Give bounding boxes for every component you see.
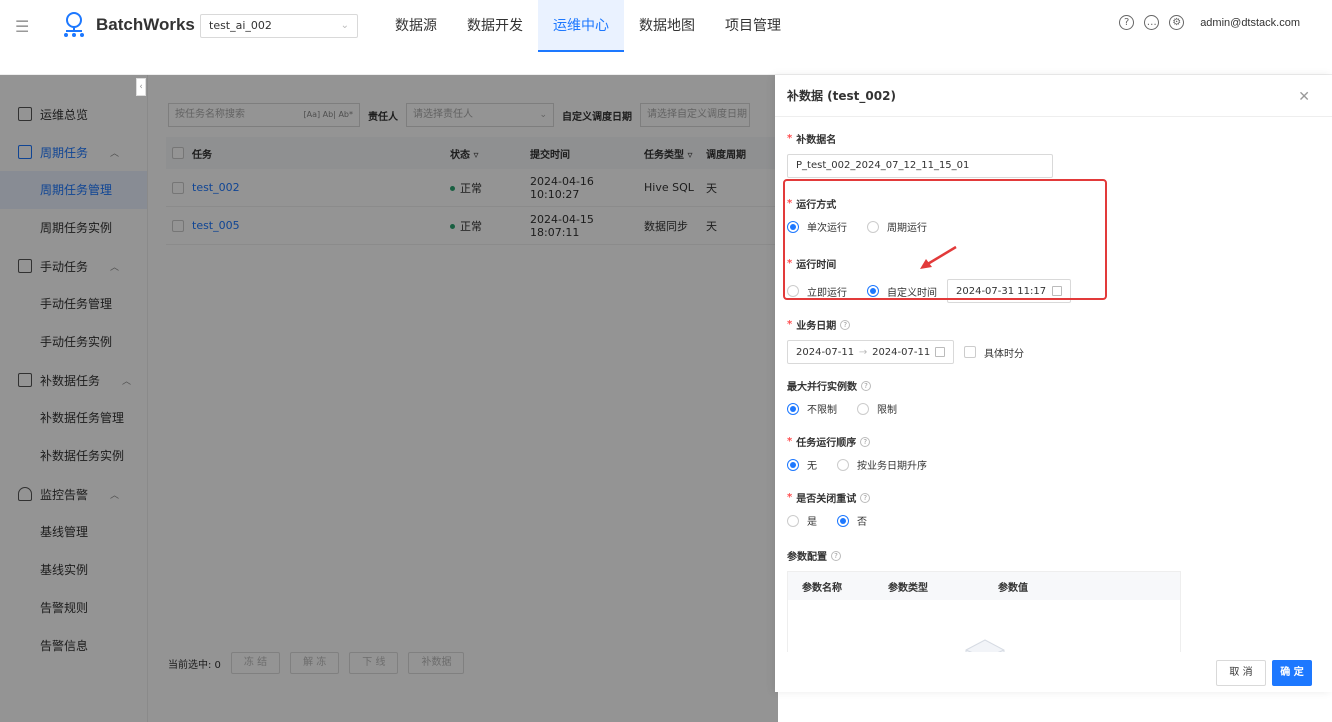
field-label: * 补数据名: [787, 133, 837, 146]
column-header: 参数名称: [802, 582, 842, 594]
param-table-header: 参数名称 参数类型 参数值: [788, 572, 1180, 600]
logo-icon: [64, 12, 84, 37]
specific-time-checkbox[interactable]: 具体时分: [964, 345, 1024, 360]
calendar-icon: [934, 347, 945, 357]
logo: BatchWorks: [60, 11, 195, 39]
message-icon[interactable]: …: [1144, 15, 1160, 30]
radio-asc-order[interactable]: 按业务日期升序: [837, 457, 927, 472]
cancel-button[interactable]: 取 消: [1216, 660, 1266, 686]
nav-item-dev[interactable]: 数据开发: [452, 0, 538, 52]
field-label: * 任务运行顺序?: [787, 434, 1307, 449]
user-email[interactable]: admin@dtstack.com: [1200, 17, 1300, 29]
radio-checked-icon: [837, 514, 849, 527]
question-icon[interactable]: ?: [831, 550, 841, 561]
radio-no-order[interactable]: 无: [787, 457, 817, 472]
radio-checked-icon: [787, 402, 799, 415]
column-header: 参数值: [998, 582, 1028, 594]
highlight-box: [783, 179, 1107, 300]
retry-radio-group: 是 否: [787, 513, 1307, 528]
column-header: 参数类型: [888, 582, 928, 594]
field-label: 参数配置?: [787, 548, 1307, 563]
radio-limited[interactable]: 限制: [857, 401, 897, 416]
radio-unchecked-icon: [787, 514, 799, 527]
field-label: * 业务日期?: [787, 317, 1307, 332]
modal-overlay[interactable]: [0, 75, 778, 722]
help-icon[interactable]: ?: [1119, 15, 1135, 30]
radio-unlimited[interactable]: 不限制: [787, 401, 837, 416]
radio-checked-icon: [787, 458, 799, 471]
nav-item-project[interactable]: 项目管理: [710, 0, 796, 52]
annotation-arrow-icon: [920, 245, 957, 269]
app-root: ☰ BatchWorks test_ai_002 ⌄ 数据源 数据开发 运维中心…: [0, 0, 1332, 722]
biz-date-row: 2024-07-11 → 2024-07-11 具体时分: [787, 340, 1307, 364]
main-nav: 数据源 数据开发 运维中心 数据地图 项目管理: [380, 0, 796, 52]
confirm-button[interactable]: 确 定: [1272, 660, 1312, 686]
nav-item-ops[interactable]: 运维中心: [538, 0, 624, 52]
field-label: 最大并行实例数?: [787, 378, 1307, 393]
question-icon[interactable]: ?: [861, 380, 871, 391]
order-radio-group: 无 按业务日期升序: [787, 457, 1307, 472]
sidebar-collapse-button[interactable]: ‹: [136, 78, 146, 96]
menu-icon[interactable]: ☰: [15, 19, 31, 35]
chevron-down-icon: ⌄: [340, 20, 349, 31]
top-header: ☰ BatchWorks test_ai_002 ⌄ 数据源 数据开发 运维中心…: [0, 0, 1332, 75]
question-icon[interactable]: ?: [840, 319, 851, 330]
nav-item-datamap[interactable]: 数据地图: [624, 0, 710, 52]
field-label: * 是否关闭重试?: [787, 490, 1307, 505]
backfill-name-input[interactable]: P_test_002_2024_07_12_11_15_01: [787, 154, 1053, 178]
backfill-drawer: 补数据 (test_002) ✕ * 补数据名 P_test_002_2024_0…: [775, 75, 1332, 692]
project-select[interactable]: test_ai_002 ⌄: [200, 14, 358, 38]
close-icon[interactable]: ✕: [1298, 89, 1310, 105]
gear-icon[interactable]: ⚙: [1169, 15, 1185, 30]
checkbox-icon: [964, 346, 976, 358]
question-icon[interactable]: ?: [860, 492, 871, 503]
radio-retry-yes[interactable]: 是: [787, 513, 817, 528]
biz-date-range-picker[interactable]: 2024-07-11 → 2024-07-11: [787, 340, 954, 364]
nav-item-datasource[interactable]: 数据源: [380, 0, 452, 52]
question-icon[interactable]: ?: [860, 436, 871, 447]
drawer-title: 补数据 (test_002): [775, 75, 1332, 117]
radio-unchecked-icon: [837, 458, 849, 471]
project-select-value: test_ai_002: [209, 19, 272, 32]
radio-unchecked-icon: [857, 402, 869, 415]
radio-retry-no[interactable]: 否: [837, 513, 867, 528]
max-parallel-radio-group: 不限制 限制: [787, 401, 1307, 416]
header-right: ? … ⚙ admin@dtstack.com: [1119, 15, 1300, 30]
app-name: BatchWorks: [96, 15, 195, 34]
drawer-footer: 取 消 确 定: [775, 652, 1332, 692]
